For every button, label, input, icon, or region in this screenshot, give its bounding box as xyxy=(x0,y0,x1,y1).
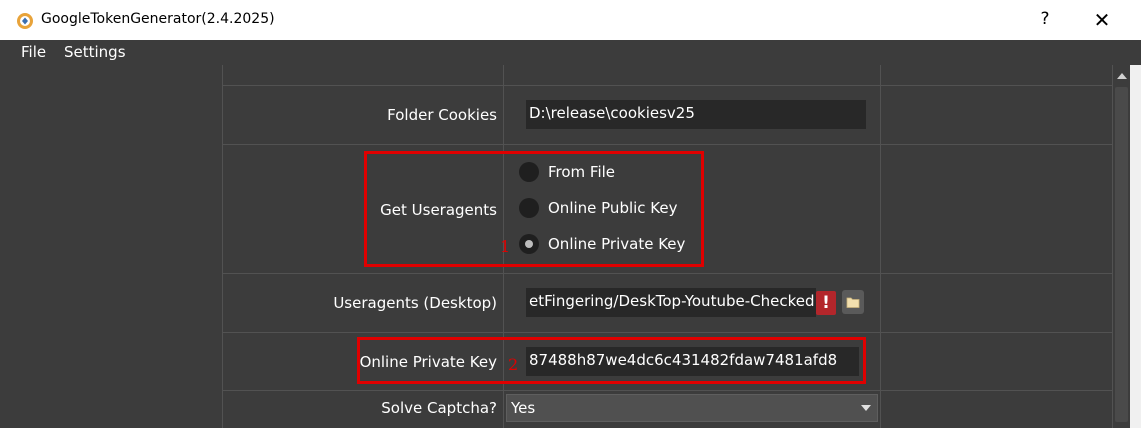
radio-button xyxy=(519,198,539,218)
folder-cookies-label: Folder Cookies xyxy=(387,106,497,124)
title-bar: GoogleTokenGenerator(2.4.2025) ? ✕ xyxy=(0,0,1141,40)
settings-panel: Folder Cookies D:\release\cookiesv25 Get… xyxy=(0,65,1141,428)
dropdown-value: Yes xyxy=(511,399,536,417)
folder-browse-button[interactable] xyxy=(842,290,864,314)
chevron-down-icon xyxy=(861,405,871,411)
grid-divider xyxy=(222,65,223,428)
row-divider xyxy=(222,144,1112,145)
annotation-marker-2: 2 xyxy=(508,355,519,374)
online-private-key-field[interactable]: 87488h87we4dc6c431482fdaw7481afd8 xyxy=(526,347,859,376)
menu-settings[interactable]: Settings xyxy=(64,43,126,61)
menu-file[interactable]: File xyxy=(21,43,46,61)
radio-button xyxy=(519,162,539,182)
help-button[interactable]: ? xyxy=(1035,9,1055,29)
online-private-key-label: Online Private Key xyxy=(359,353,497,371)
useragents-desktop-field[interactable]: etFingering/DeskTop-Youtube-Checked.t xyxy=(526,288,816,317)
app-logo-icon xyxy=(17,13,33,29)
menu-bar: File Settings xyxy=(0,40,1141,65)
radio-online-private-key[interactable]: Online Private Key xyxy=(519,234,685,254)
warning-icon[interactable]: ! xyxy=(816,291,836,315)
radio-label: Online Private Key xyxy=(548,235,686,253)
row-divider xyxy=(222,273,1112,274)
solve-captcha-dropdown[interactable]: Yes xyxy=(506,394,878,422)
get-useragents-label: Get Useragents xyxy=(380,201,497,219)
radio-label: From File xyxy=(548,163,616,181)
radio-label: Online Public Key xyxy=(548,199,678,217)
folder-icon xyxy=(846,297,860,308)
close-button[interactable]: ✕ xyxy=(1090,8,1114,32)
annotation-marker-1: 1 xyxy=(500,237,511,256)
solve-captcha-label: Solve Captcha? xyxy=(381,399,497,417)
row-divider xyxy=(222,85,1112,86)
radio-online-public-key[interactable]: Online Public Key xyxy=(519,198,678,218)
radio-button-selected xyxy=(519,234,539,254)
folder-cookies-field[interactable]: D:\release\cookiesv25 xyxy=(526,100,866,129)
useragents-desktop-label: Useragents (Desktop) xyxy=(333,294,497,312)
vertical-scrollbar[interactable] xyxy=(1112,65,1130,428)
row-divider xyxy=(222,332,1112,333)
radio-from-file[interactable]: From File xyxy=(519,162,615,182)
row-divider xyxy=(222,390,1112,391)
scroll-up-icon[interactable] xyxy=(1117,73,1127,79)
grid-divider xyxy=(880,65,881,428)
window-title: GoogleTokenGenerator(2.4.2025) xyxy=(41,11,275,27)
scrollbar-thumb[interactable] xyxy=(1115,87,1128,422)
window-edge xyxy=(1130,65,1141,428)
